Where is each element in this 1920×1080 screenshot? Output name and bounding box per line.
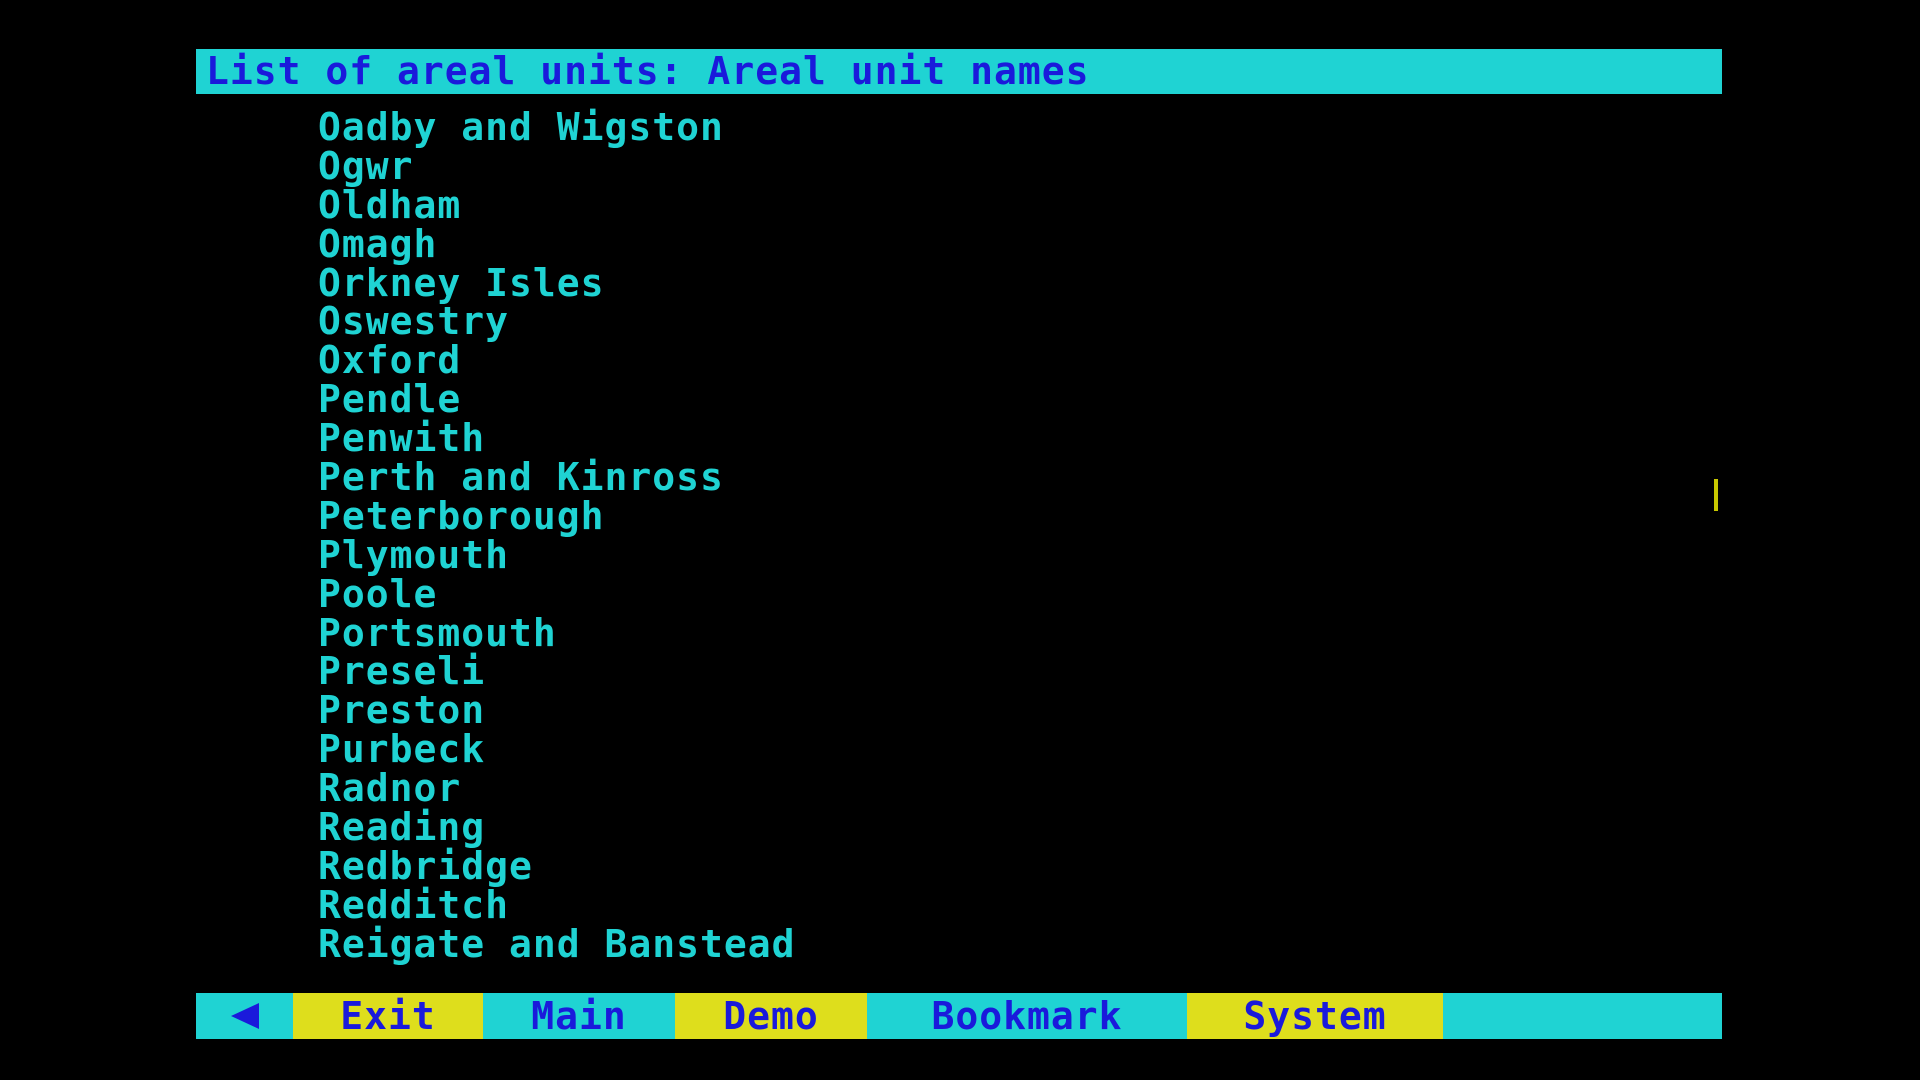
back-button[interactable] [196, 993, 293, 1039]
text-cursor [1714, 479, 1718, 511]
areal-unit-item[interactable]: Reading [318, 808, 796, 847]
areal-unit-item[interactable]: Poole [318, 574, 796, 614]
areal-unit-item[interactable]: Penwith [318, 419, 796, 458]
areal-unit-item[interactable]: Oxford [318, 341, 796, 380]
areal-unit-item[interactable]: Portsmouth [318, 613, 796, 653]
areal-unit-item[interactable]: Orkney Isles [318, 263, 796, 303]
areal-unit-item[interactable]: Oldham [318, 185, 796, 225]
areal-unit-item[interactable]: Reigate and Banstead [318, 924, 796, 964]
title-bar: List of areal units: Areal unit names [196, 49, 1722, 94]
areal-unit-item[interactable]: Oswestry [318, 302, 796, 341]
demo-button[interactable]: Demo [675, 993, 867, 1039]
areal-unit-item[interactable]: Purbeck [318, 730, 796, 769]
areal-unit-item[interactable]: Preston [318, 691, 796, 730]
areal-unit-item[interactable]: Pendle [318, 380, 796, 419]
nav-bar: Exit Main Demo Bookmark System [196, 993, 1722, 1039]
system-button[interactable]: System [1187, 993, 1443, 1039]
areal-unit-item[interactable]: Oadby and Wigston [318, 108, 796, 147]
areal-unit-item[interactable]: Plymouth [318, 535, 796, 575]
main-button[interactable]: Main [483, 993, 675, 1039]
page-title: List of areal units: Areal unit names [206, 49, 1090, 93]
areal-unit-item[interactable]: Omagh [318, 224, 796, 264]
areal-unit-item[interactable]: Perth and Kinross [318, 458, 796, 497]
exit-button[interactable]: Exit [293, 993, 483, 1039]
areal-unit-item[interactable]: Redditch [318, 885, 796, 925]
areal-unit-item[interactable]: Radnor [318, 769, 796, 808]
areal-unit-item[interactable]: Redbridge [318, 847, 796, 886]
areal-unit-item[interactable]: Preseli [318, 652, 796, 691]
nav-bar-filler [1443, 993, 1722, 1039]
areal-unit-item[interactable]: Peterborough [318, 497, 796, 536]
bookmark-button[interactable]: Bookmark [867, 993, 1187, 1039]
left-arrow-icon [230, 1003, 259, 1029]
areal-unit-item[interactable]: Ogwr [318, 146, 796, 186]
areal-unit-list: Oadby and Wigston Ogwr Oldham Omagh Orkney I… [318, 108, 796, 964]
